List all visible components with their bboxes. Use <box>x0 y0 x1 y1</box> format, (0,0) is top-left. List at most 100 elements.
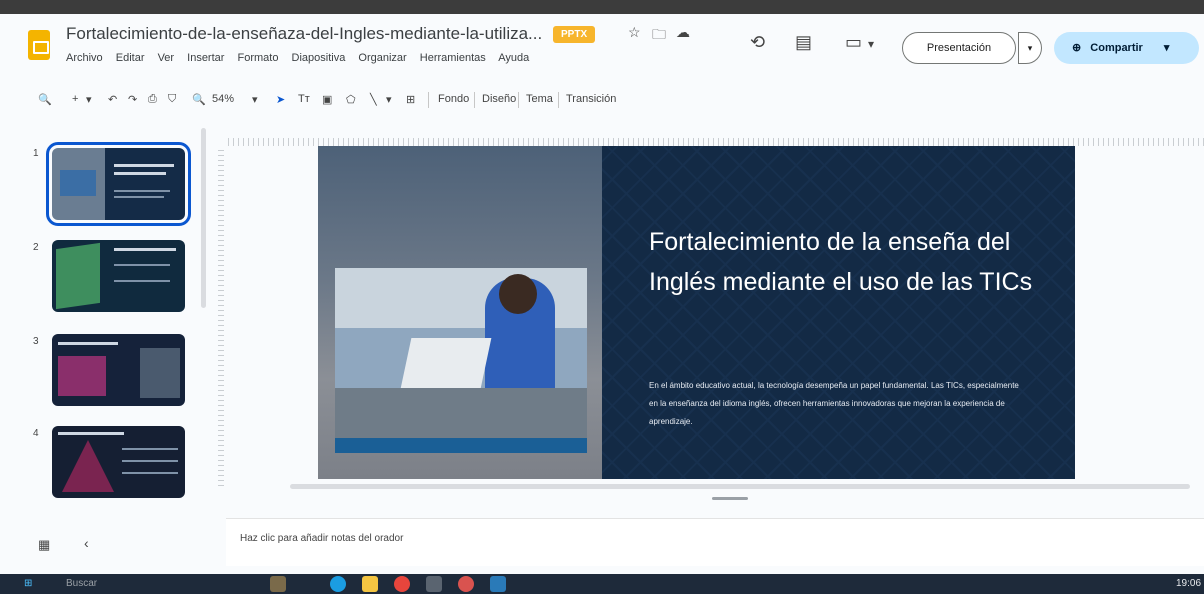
slide-filmstrip: 1 2 3 4 <box>0 128 205 508</box>
app-icon[interactable] <box>490 576 506 592</box>
chrome-profile-icon[interactable] <box>458 576 474 592</box>
new-slide-icon[interactable]: + <box>72 93 78 105</box>
line-icon[interactable]: ╲ <box>370 93 377 106</box>
thumbnail-title-line <box>114 172 166 175</box>
folder-move-icon[interactable]: 🗀 <box>652 24 666 48</box>
speaker-notes-placeholder[interactable]: Haz clic para añadir notas del orador <box>240 533 403 544</box>
thumbnail-text-line <box>114 190 170 192</box>
calculator-icon[interactable] <box>426 576 442 592</box>
meet-dropdown-icon[interactable]: ▾ <box>868 37 874 51</box>
slide-body-text[interactable]: En el ámbito educativo actual, la tecnol… <box>649 377 1029 431</box>
menu-diapositiva[interactable]: Diapositiva <box>292 52 346 64</box>
thumbnail-illustration <box>56 242 100 310</box>
menu-archivo[interactable]: Archivo <box>66 52 103 64</box>
menu-herramientas[interactable]: Herramientas <box>420 52 486 64</box>
textbox-icon[interactable]: Tт <box>298 93 310 105</box>
menu-organizar[interactable]: Organizar <box>358 52 406 64</box>
toolbar-divider <box>428 92 429 108</box>
cloud-status-icon[interactable]: ☁ <box>676 24 690 41</box>
theme-button[interactable]: Tema <box>526 93 553 105</box>
thumbnail-text-block <box>58 356 106 396</box>
grid-view-icon[interactable]: ▦ <box>38 537 50 553</box>
thumbnail-text-line <box>122 460 178 462</box>
classroom-photo[interactable] <box>335 268 587 453</box>
thumbnail-text-line <box>114 196 164 198</box>
thumbnail-text-line <box>114 264 170 266</box>
menu-editar[interactable]: Editar <box>116 52 145 64</box>
star-icon[interactable]: ☆ <box>628 24 641 41</box>
thumbnail-title-line <box>58 342 118 345</box>
taskbar-search[interactable]: Buscar <box>66 578 97 589</box>
photo-teacher-head <box>499 274 537 314</box>
filmstrip-scrollbar[interactable] <box>201 128 206 308</box>
vertical-ruler <box>218 146 224 486</box>
redo-icon[interactable]: ↷ <box>128 93 137 106</box>
menu-formato[interactable]: Formato <box>238 52 279 64</box>
taskbar-clock[interactable]: 19:06 <box>1176 578 1201 589</box>
thumbnail-text-line <box>122 448 178 450</box>
document-title[interactable]: Fortalecimiento-de-la-enseñaza-del-Ingle… <box>66 24 542 44</box>
photo-desks <box>335 388 587 438</box>
menu-ver[interactable]: Ver <box>158 52 175 64</box>
file-explorer-icon[interactable] <box>362 576 378 592</box>
toolbar: 🔍 + ▾ ↶ ↷ ⎙ ⛉ 🔍 54% ▾ ➤ Tт ▣ ⬠ ╲ ▾ ⊞ Fon… <box>24 88 1200 114</box>
speaker-notes-panel[interactable]: Haz clic para añadir notas del orador <box>226 518 1204 566</box>
share-label: Compartir <box>1090 42 1143 54</box>
share-globe-icon: ⊕ <box>1072 42 1082 54</box>
thumbnail-title-line <box>114 164 174 167</box>
toolbar-divider <box>474 92 475 108</box>
toolbar-divider <box>558 92 559 108</box>
menu-ayuda[interactable]: Ayuda <box>498 52 529 64</box>
taskbar-widget-icon[interactable] <box>270 576 286 592</box>
new-slide-dropdown-icon[interactable]: ▾ <box>86 93 92 106</box>
slides-logo-icon[interactable] <box>28 30 50 60</box>
add-comment-icon[interactable]: ⊞ <box>406 93 415 106</box>
slide-canvas[interactable]: Fortalecimiento de la enseña del Inglés … <box>318 146 1075 479</box>
collapse-filmstrip-icon[interactable]: ‹ <box>84 535 89 551</box>
transition-button[interactable]: Transición <box>566 93 616 105</box>
comments-icon[interactable]: ▤ <box>795 32 812 53</box>
share-button[interactable]: ⊕ Compartir ▾ <box>1054 32 1199 64</box>
background-button[interactable]: Fondo <box>438 93 469 105</box>
thumbnail-title-line <box>114 248 176 251</box>
paint-format-icon[interactable]: ⛉ <box>168 93 176 106</box>
meet-icon[interactable]: ▭ <box>845 32 862 53</box>
undo-icon[interactable]: ↶ <box>108 93 117 106</box>
canvas-horizontal-scrollbar[interactable] <box>290 484 1190 489</box>
windows-taskbar: ⊞ Buscar 19:06 <box>0 574 1204 594</box>
shape-icon[interactable]: ⬠ <box>346 93 356 106</box>
line-dropdown-icon[interactable]: ▾ <box>386 93 392 106</box>
photo-caption-bar <box>335 438 587 453</box>
zoom-level[interactable]: 54% <box>212 93 234 105</box>
slide-number: 1 <box>33 148 39 159</box>
slide-number: 2 <box>33 242 39 253</box>
pptx-badge: PPTX <box>553 26 596 43</box>
slide-thumbnail-3[interactable] <box>52 334 185 406</box>
slide-number: 4 <box>33 428 39 439</box>
layout-button[interactable]: Diseño <box>482 93 516 105</box>
slide-thumbnail-4[interactable] <box>52 426 185 498</box>
select-tool-icon[interactable]: ➤ <box>276 93 285 106</box>
present-button[interactable]: Presentación <box>902 32 1016 64</box>
slide-thumbnail-1[interactable] <box>46 142 191 226</box>
chrome-icon[interactable] <box>394 576 410 592</box>
insert-image-icon[interactable]: ▣ <box>322 93 332 106</box>
zoom-dropdown-icon[interactable]: ▾ <box>252 93 258 106</box>
thumbnail-pyramid <box>62 440 114 492</box>
toolbar-divider <box>518 92 519 108</box>
print-icon[interactable]: ⎙ <box>148 93 157 106</box>
thumbnail-photo <box>140 348 180 398</box>
edge-browser-icon[interactable] <box>330 576 346 592</box>
menubar: Archivo Editar Ver Insertar Formato Diap… <box>66 52 539 64</box>
notes-resize-handle[interactable] <box>712 497 748 500</box>
version-history-icon[interactable]: ⟲ <box>750 32 765 53</box>
share-dropdown-icon[interactable]: ▾ <box>1164 42 1170 54</box>
zoom-icon[interactable]: 🔍 <box>192 93 206 106</box>
windows-start-icon[interactable]: ⊞ <box>24 578 32 589</box>
search-menus-icon[interactable]: 🔍 <box>38 93 52 106</box>
slide-thumbnail-2[interactable] <box>52 240 185 312</box>
slide-number: 3 <box>33 336 39 347</box>
slide-title[interactable]: Fortalecimiento de la enseña del Inglés … <box>649 222 1049 302</box>
horizontal-ruler <box>228 138 1204 146</box>
menu-insertar[interactable]: Insertar <box>187 52 224 64</box>
